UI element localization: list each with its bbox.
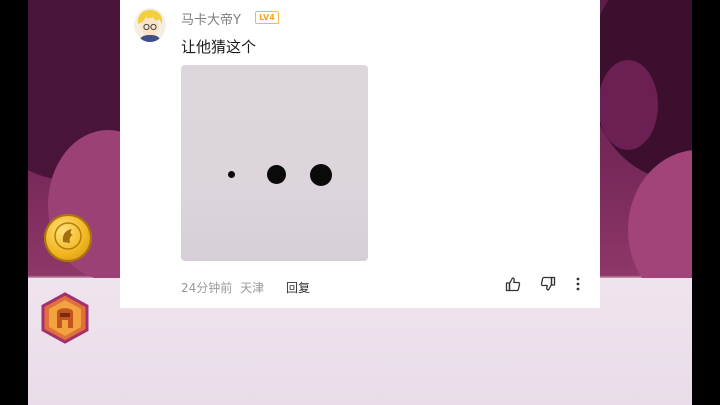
like-button[interactable] — [504, 277, 522, 295]
comment-image[interactable] — [181, 65, 368, 261]
dislike-button[interactable] — [539, 276, 557, 296]
bird-coin-icon — [53, 221, 83, 255]
avatar[interactable] — [134, 8, 166, 42]
bg-leaf — [598, 60, 658, 150]
more-vertical-icon — [575, 276, 581, 296]
small-dot — [228, 171, 235, 178]
comment-location: 天津 — [240, 281, 265, 295]
side-coin-button[interactable] — [44, 214, 92, 262]
reply-button[interactable]: 回复 — [286, 279, 310, 296]
large-dot — [310, 164, 332, 186]
comment-time: 24分钟前 — [181, 281, 233, 295]
more-button[interactable] — [569, 277, 587, 295]
comment-card: 马卡大帝Y LV4 让他猜这个 24分钟前 天津 回复 — [120, 0, 600, 308]
helmet-badge-icon — [40, 292, 90, 348]
medium-dot — [267, 165, 286, 184]
comment-text: 让他猜这个 — [181, 38, 257, 56]
thumbs-up-icon — [505, 276, 521, 296]
comment-meta: 24分钟前 天津 — [181, 279, 264, 296]
level-badge: LV4 — [255, 11, 279, 24]
thumbs-down-icon — [540, 276, 556, 296]
username[interactable]: 马卡大帝Y — [181, 9, 241, 28]
side-badge-button[interactable] — [40, 292, 90, 344]
